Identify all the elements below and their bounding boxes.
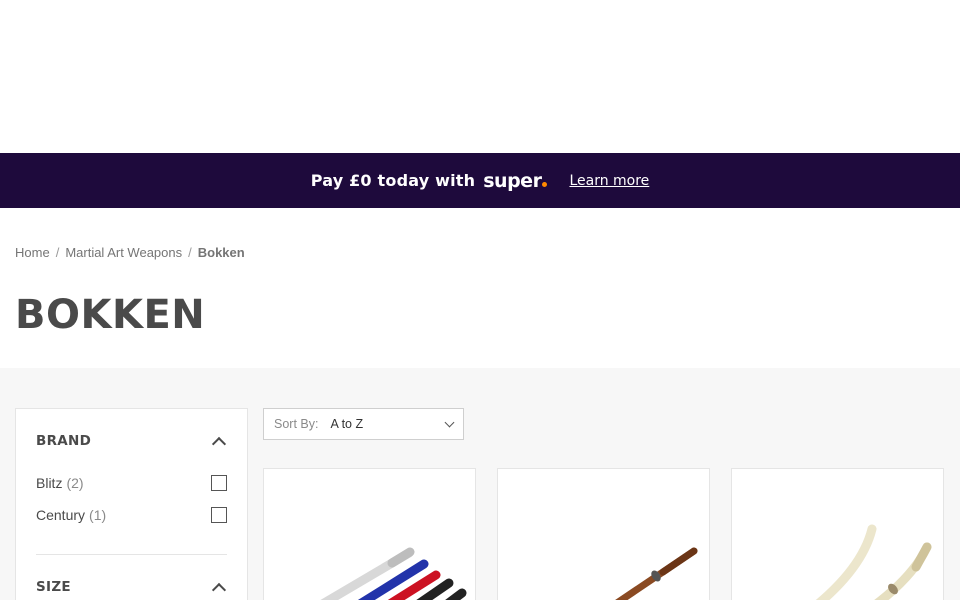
- white-bokken-pair-image: [815, 524, 932, 600]
- super-logo-dot: [542, 181, 548, 187]
- size-facet-title: SIZE: [36, 579, 71, 595]
- brand-option-century[interactable]: Century (1): [36, 499, 227, 531]
- breadcrumb: Home / Martial Art Weapons / Bokken: [15, 208, 945, 260]
- brown-bokken-image: [615, 547, 698, 600]
- brand-option-blitz[interactable]: Blitz (2): [36, 467, 227, 499]
- breadcrumb-martial-art-weapons[interactable]: Martial Art Weapons: [65, 245, 182, 260]
- page-title: BOKKEN: [15, 292, 206, 338]
- chevron-up-icon[interactable]: [211, 582, 227, 598]
- breadcrumb-home[interactable]: Home: [15, 245, 50, 260]
- category-header: Home / Martial Art Weapons / Bokken BOKK…: [0, 208, 960, 368]
- breadcrumb-current: Bokken: [197, 245, 245, 260]
- facet-option-label: Century (1): [36, 507, 107, 523]
- breadcrumb-separator: /: [188, 245, 192, 260]
- chevron-up-icon[interactable]: [211, 436, 227, 452]
- product-listing-area: BRAND Blitz (2) Century (1) SIZE Sort By: …: [0, 368, 960, 600]
- colored-bokken-set-image: [320, 547, 467, 600]
- breadcrumb-separator: /: [55, 245, 60, 260]
- product-card[interactable]: [263, 468, 476, 600]
- super-logo: super: [483, 169, 548, 192]
- promo-banner: Pay £0 today with super Learn more: [0, 153, 960, 208]
- product-card[interactable]: [497, 468, 710, 600]
- super-logo-text: super: [483, 169, 542, 192]
- product-card[interactable]: [731, 468, 944, 600]
- brand-facet-list: Blitz (2) Century (1): [36, 467, 227, 531]
- sort-by-value: A to Z: [330, 417, 364, 431]
- learn-more-link[interactable]: Learn more: [569, 173, 649, 189]
- size-facet-header[interactable]: SIZE: [36, 555, 227, 598]
- header-blank-area: [0, 0, 960, 153]
- facet-option-label: Blitz (2): [36, 475, 84, 491]
- promo-text: Pay £0 today with: [310, 171, 476, 190]
- brand-blitz-checkbox[interactable]: [211, 475, 227, 491]
- sort-by-label: Sort By:: [274, 417, 319, 431]
- brand-facet-title: BRAND: [36, 433, 92, 449]
- sort-by-select[interactable]: Sort By: A to Z: [263, 408, 464, 440]
- brand-facet-header[interactable]: BRAND: [36, 409, 227, 452]
- brand-century-checkbox[interactable]: [211, 507, 227, 523]
- facet-option-count: (1): [89, 507, 107, 523]
- facet-option-count: (2): [66, 475, 84, 491]
- filter-sidebar: BRAND Blitz (2) Century (1) SIZE: [15, 408, 248, 600]
- chevron-down-icon: [444, 417, 455, 428]
